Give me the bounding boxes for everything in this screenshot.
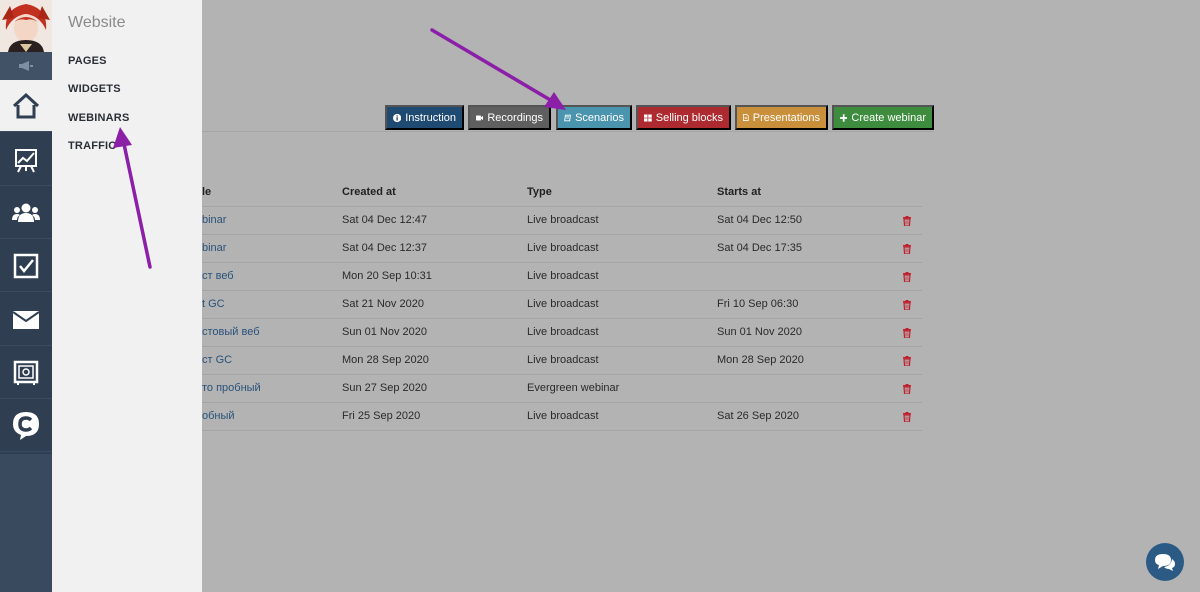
cell-starts-at: Sun 01 Nov 2020 [717,326,803,338]
trash-icon[interactable] [902,412,912,422]
column-header-type[interactable]: Type [527,186,552,198]
scenarios-button[interactable]: Scenarios [556,105,632,130]
website-flyout-menu: Website PAGES WIDGETS WEBINARS TRAFFIC [52,0,202,592]
create-webinar-button[interactable]: Create webinar [832,105,934,130]
avatar[interactable] [0,0,52,52]
cell-title[interactable]: стовый веб [202,326,260,338]
icon-rail [0,0,52,592]
cell-created-at: Sun 27 Sep 2020 [342,382,428,394]
checkbox-icon [13,253,39,278]
cell-title[interactable]: то пробный [202,382,261,394]
plus-icon [840,113,848,122]
cell-type: Evergreen webinar [527,382,620,394]
trash-icon[interactable] [902,300,912,310]
cell-type: Live broadcast [527,298,599,310]
row-divider [202,402,922,403]
video-camera-icon [476,115,484,120]
selling-blocks-label: Selling blocks [655,111,723,124]
rail-item-analytics[interactable] [0,134,52,186]
trash-icon[interactable] [902,216,912,226]
rail-filler [0,454,52,592]
cell-starts-at: Sat 26 Sep 2020 [717,410,799,422]
trash-icon[interactable] [902,244,912,254]
toolbar-divider [202,131,934,132]
rail-item-mail[interactable] [0,294,52,346]
cell-type: Live broadcast [527,354,599,366]
cell-type: Live broadcast [527,326,599,338]
cell-created-at: Sat 04 Dec 12:37 [342,242,428,254]
cell-title[interactable]: ст веб [202,270,234,282]
arrow-to-scenarios [430,28,566,110]
flyout-title: Website [68,14,126,31]
cell-type: Live broadcast [527,270,599,282]
cell-created-at: Mon 28 Sep 2020 [342,354,429,366]
cell-title[interactable]: ст GC [202,354,232,366]
selling-blocks-button[interactable]: Selling blocks [636,105,731,130]
row-divider [202,346,922,347]
column-header-starts[interactable]: Starts at [717,186,761,198]
rail-item-store[interactable] [0,347,52,399]
cell-created-at: Sun 01 Nov 2020 [342,326,428,338]
recordings-button[interactable]: Recordings [468,105,551,130]
safe-icon [13,360,39,385]
row-divider [202,234,922,235]
collapse-toggle[interactable] [0,52,52,80]
chat-bubbles-icon [1155,554,1175,571]
flyout-item-webinars[interactable]: WEBINARS [68,112,130,124]
column-header-title[interactable]: le [202,186,211,198]
flyout-item-pages[interactable]: PAGES [68,55,107,67]
presentations-label: Presentations [752,111,820,124]
cell-type: Live broadcast [527,242,599,254]
trash-icon[interactable] [902,328,912,338]
cell-type: Live broadcast [527,410,599,422]
trash-icon[interactable] [902,272,912,282]
cell-starts-at: Mon 28 Sep 2020 [717,354,804,366]
document-icon [743,114,749,121]
cell-created-at: Mon 20 Sep 10:31 [342,270,432,282]
recordings-label: Recordings [487,111,543,124]
book-icon [564,114,571,121]
create-webinar-label: Create webinar [851,111,926,124]
flyout-item-traffic[interactable]: TRAFFIC [68,140,116,152]
presentations-button[interactable]: Presentations [735,105,828,130]
cell-created-at: Sat 21 Nov 2020 [342,298,424,310]
rail-item-home[interactable] [0,80,52,132]
trash-icon[interactable] [902,356,912,366]
brand-c-icon [13,411,39,440]
rail-item-tasks[interactable] [0,240,52,292]
instruction-button[interactable]: Instruction [385,105,464,130]
scenarios-label: Scenarios [575,111,624,124]
megaphone-icon [19,61,33,71]
row-divider [202,318,922,319]
cell-starts-at: Fri 10 Sep 06:30 [717,298,799,310]
header-divider [202,206,922,207]
cell-starts-at: Sat 04 Dec 12:50 [717,214,803,226]
row-divider [202,374,922,375]
chart-icon [15,148,37,172]
cell-starts-at: Sat 04 Dec 17:35 [717,242,803,254]
info-icon [393,113,402,122]
trash-icon[interactable] [902,384,912,394]
row-divider [202,290,922,291]
cell-title[interactable]: t GC [202,298,225,310]
home-icon [12,92,40,118]
chat-button[interactable] [1146,543,1184,581]
cell-created-at: Sat 04 Dec 12:47 [342,214,428,226]
cell-title[interactable]: binar [202,242,226,254]
row-divider [202,430,922,431]
cell-title[interactable]: обный [202,410,235,422]
mail-icon [13,310,39,329]
instruction-label: Instruction [405,111,456,124]
rail-item-chatium[interactable] [0,400,52,452]
cell-created-at: Fri 25 Sep 2020 [342,410,421,422]
column-header-created[interactable]: Created at [342,186,396,198]
flyout-item-widgets[interactable]: WIDGETS [68,83,121,95]
grid-icon [644,113,652,122]
rail-item-users[interactable] [0,187,52,239]
cell-type: Live broadcast [527,214,599,226]
row-divider [202,262,922,263]
cell-title[interactable]: binar [202,214,226,226]
users-icon [12,203,40,222]
